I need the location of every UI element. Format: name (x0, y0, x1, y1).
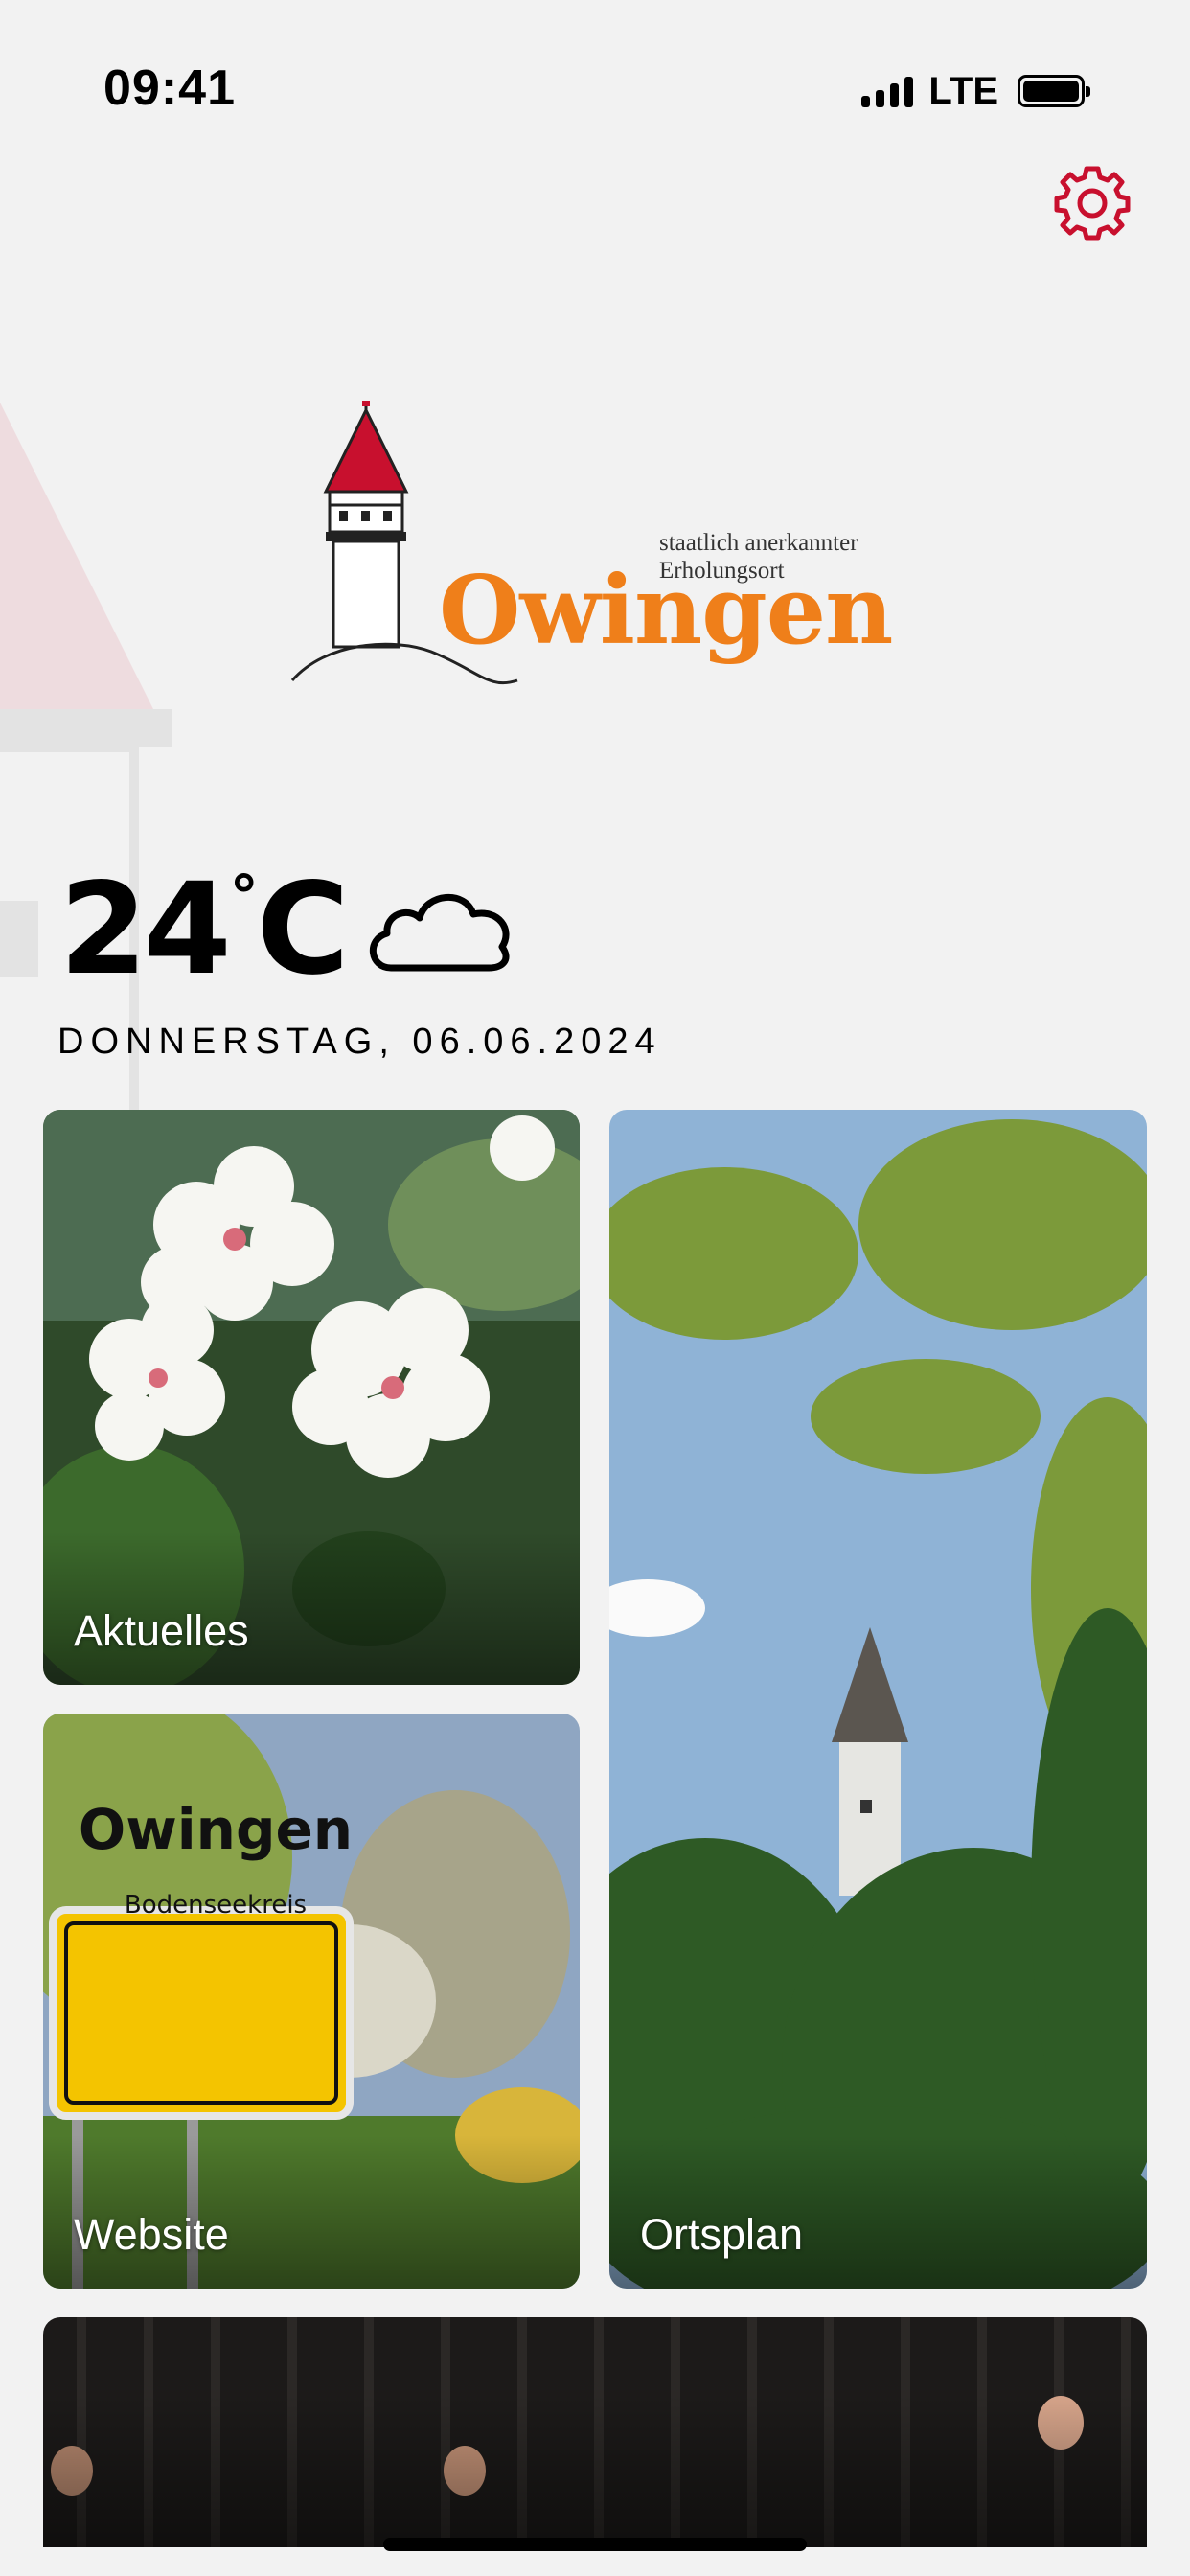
home-indicator[interactable] (383, 2538, 807, 2551)
concert-photo (43, 2317, 1147, 2547)
sign-town-name: Owingen (78, 1797, 354, 1862)
blossom-photo (43, 1110, 580, 1685)
tile-website[interactable]: Owingen Bodenseekreis Website (43, 1714, 580, 2288)
logo-subtitle-line1: staatlich anerkannter (659, 530, 858, 556)
tower-photo (609, 1110, 1147, 2288)
battery-icon (1018, 75, 1090, 107)
status-time: 09:41 (103, 60, 236, 116)
temperature-unit: C (256, 856, 350, 1003)
logo-town-name: Owingen (439, 556, 893, 666)
tile-ortsplan[interactable]: Ortsplan (609, 1110, 1147, 2288)
tile-aktuelles[interactable]: Aktuelles (43, 1110, 580, 1685)
temperature-value: 24 (59, 856, 232, 1003)
sign-district-name: Bodenseekreis (124, 1891, 308, 1920)
degree-symbol: ° (229, 863, 259, 931)
cloud-icon (369, 894, 510, 972)
tile-label-website: Website (74, 2210, 229, 2259)
weather-date: DONNERSTAG, 06.06.2024 (57, 1022, 662, 1062)
signal-icon (861, 75, 914, 107)
temperature: 24 ° C (59, 858, 350, 1001)
network-label: LTE (928, 69, 998, 112)
tile-label-aktuelles: Aktuelles (74, 1606, 249, 1655)
settings-button[interactable] (1054, 165, 1131, 242)
status-icons: LTE (861, 67, 1090, 115)
tile-label-ortsplan: Ortsplan (640, 2210, 804, 2259)
tile-concert[interactable] (43, 2317, 1147, 2547)
gear-icon (1054, 166, 1131, 241)
